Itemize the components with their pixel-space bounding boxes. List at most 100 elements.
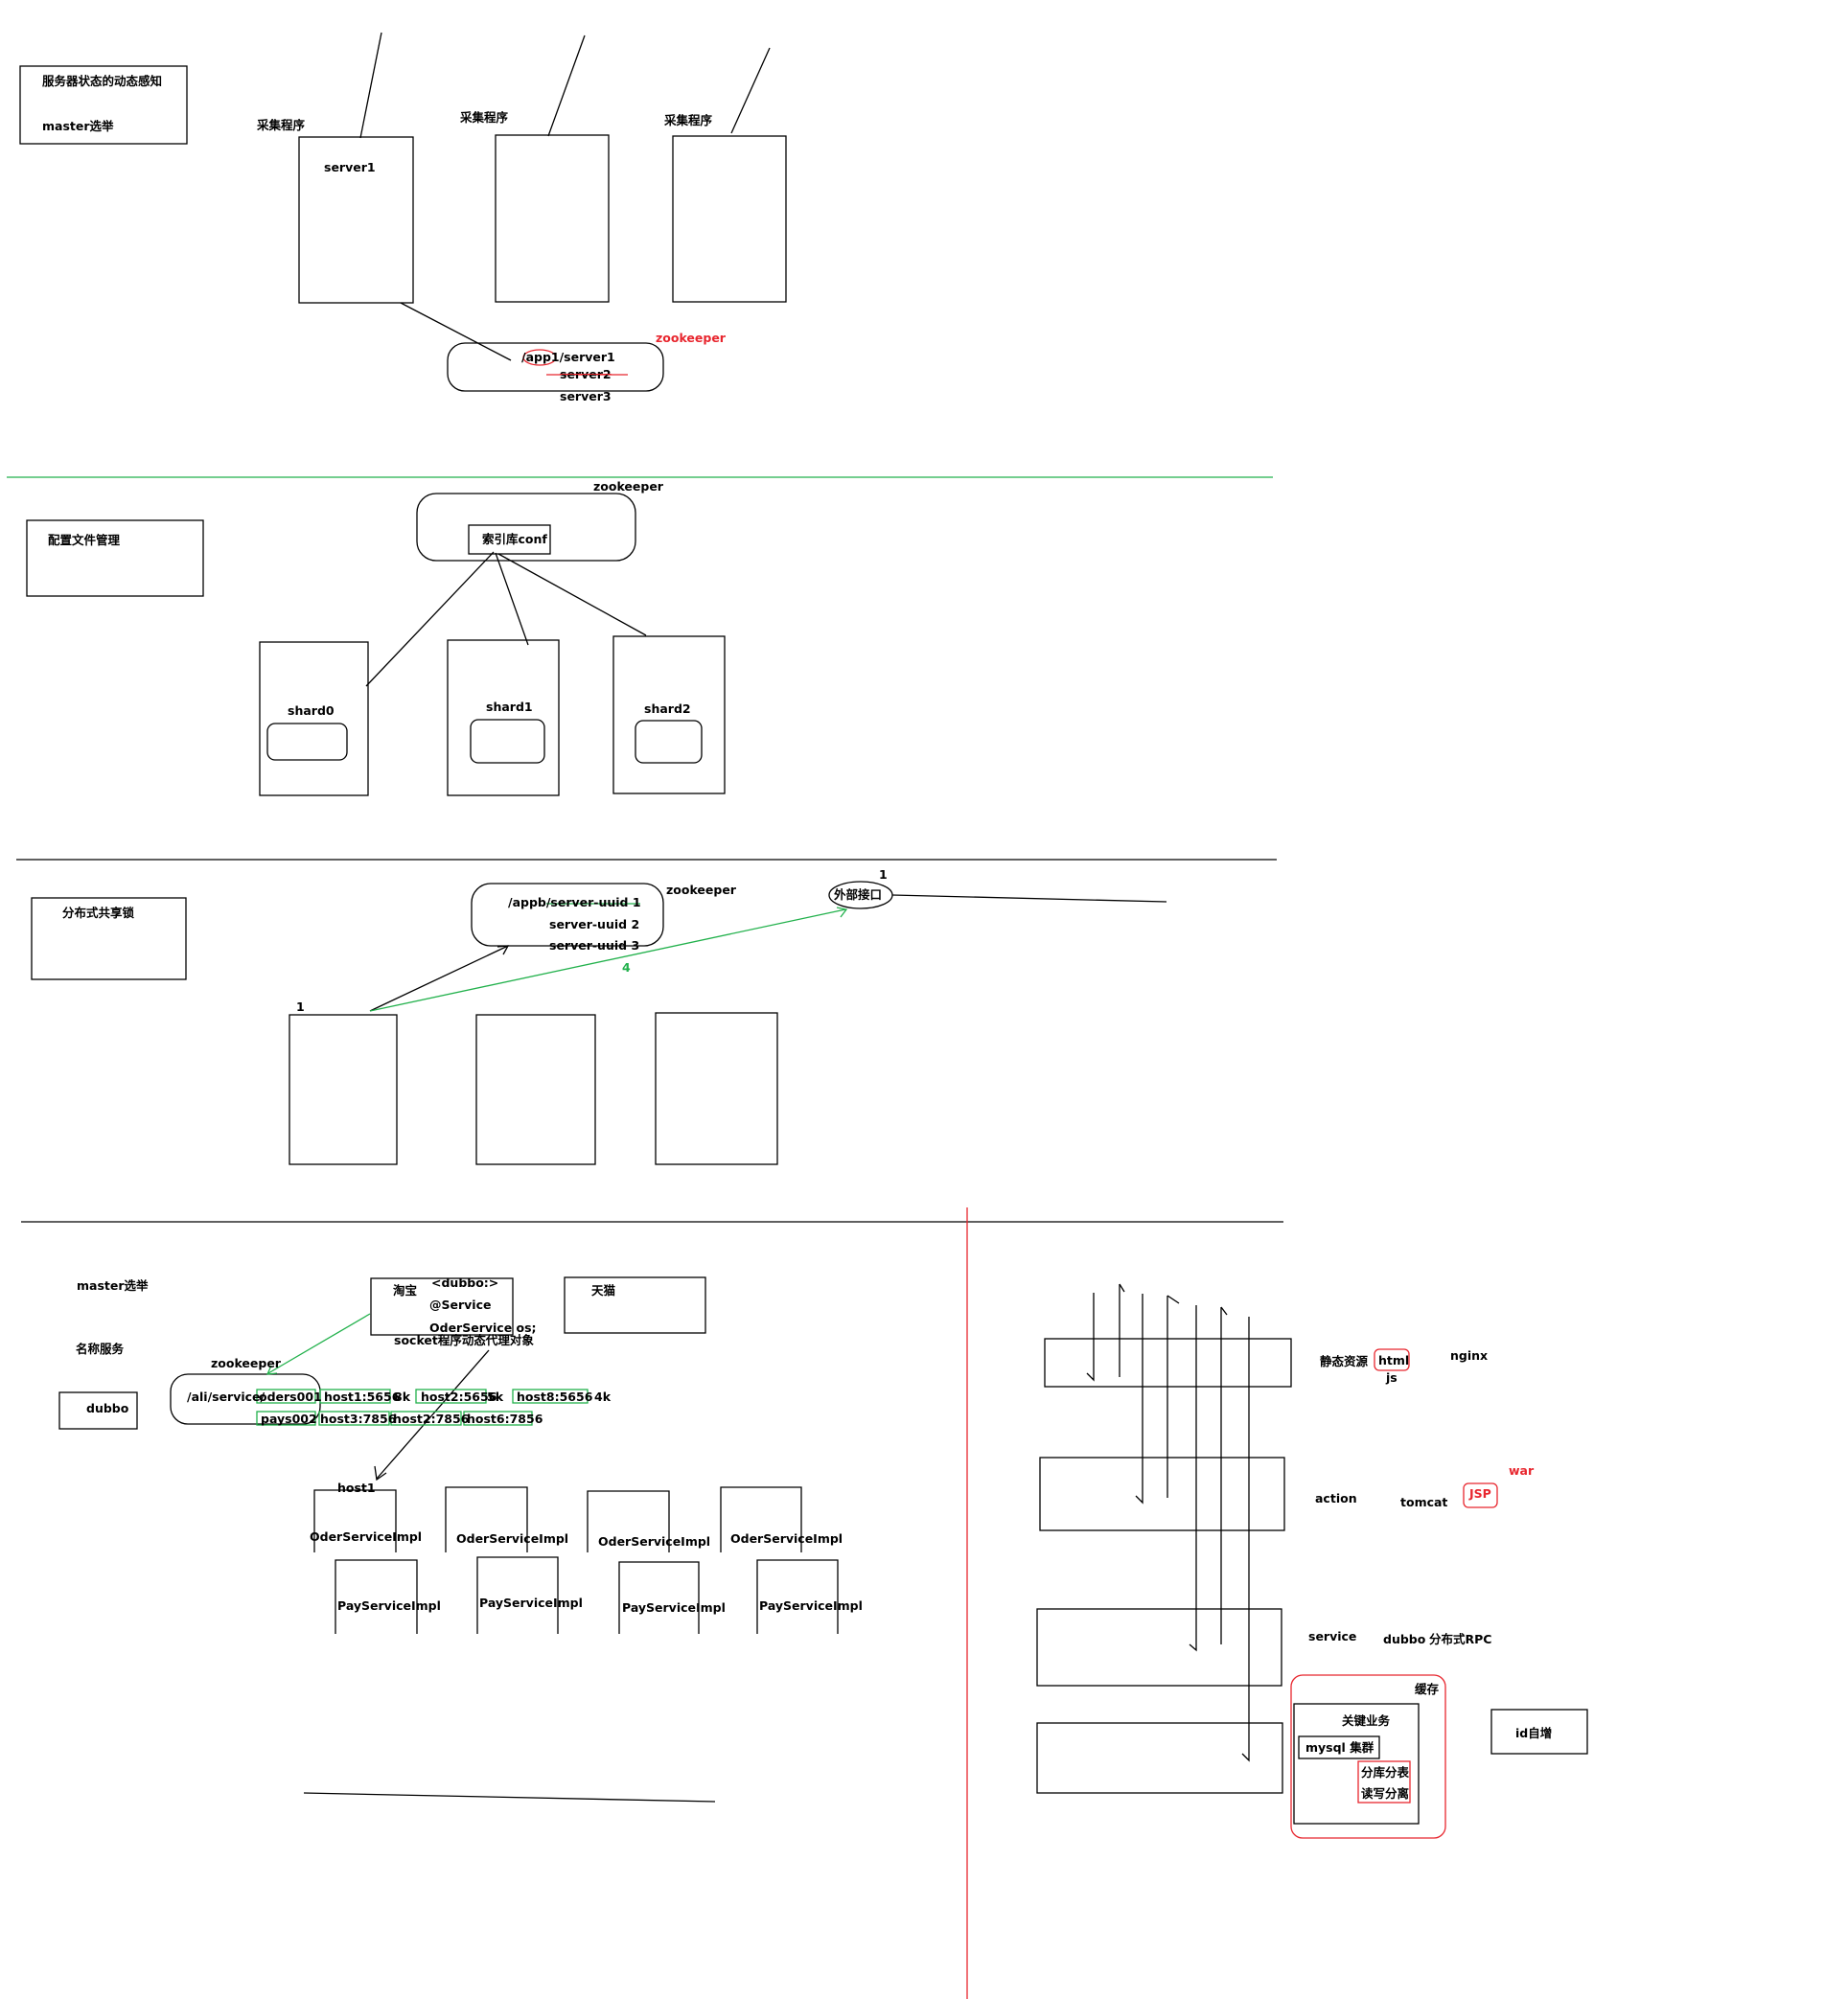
s3-lock-line-1: /appb/server-uuid 1 (508, 895, 641, 909)
s1-collector-line-1 (359, 32, 382, 139)
s1-znode-server3: server3 (560, 389, 612, 403)
arch-service-label: service (1308, 1629, 1357, 1643)
s3-title: 分布式共享锁 (62, 906, 135, 920)
arch-service-box (1036, 1608, 1282, 1687)
s2-shard0-inner (266, 723, 348, 761)
s1-server3-box (672, 135, 787, 303)
s2-zk-label: zookeeper (593, 479, 663, 494)
s4-zk-label: zookeeper (211, 1356, 281, 1370)
s4-socket-text: socket程序动态代理对象 (394, 1333, 534, 1347)
arch-war-label: war (1509, 1463, 1535, 1478)
s1-znode-app1: /app1/server1 (521, 350, 615, 364)
s2-shard2-inner (635, 720, 703, 764)
s3-client3-box (655, 1012, 778, 1165)
s1-server1-label: server1 (324, 160, 376, 174)
s4-ali-path: /ali/service/ (187, 1390, 266, 1404)
s4-oderimpl-1: OderServiceImpl (310, 1529, 423, 1544)
s4-payimpl-3: PayServiceImpl (622, 1600, 726, 1615)
s2-shard2-label: shard2 (644, 701, 691, 716)
arch-request-flow-lines (1086, 1283, 1250, 1762)
s4-service-annotation: @Service (429, 1298, 492, 1312)
s4-dubbo-box-label: dubbo (86, 1401, 129, 1415)
s4-row1-host2: host2:5656 (421, 1390, 497, 1404)
s4-payimpl-4: PayServiceImpl (759, 1598, 863, 1613)
arch-dubbo-label: dubbo (1383, 1632, 1426, 1646)
s4-payimpl-1: PayServiceImpl (337, 1598, 441, 1613)
s1-collector-line-2 (547, 34, 586, 137)
s3-arrowhead-green (836, 907, 848, 918)
s3-api-line (891, 894, 1167, 903)
s3-zk-label: zookeeper (666, 883, 736, 897)
s4-tmall-box (564, 1276, 706, 1334)
arch-id-label: id自增 (1515, 1726, 1553, 1740)
s4-host1-label: host1 (337, 1481, 376, 1495)
arch-mysql-label: mysql 集群 (1305, 1740, 1374, 1755)
s4-row1-5k: 5k (487, 1390, 504, 1404)
s2-conf-label: 索引库conf (482, 532, 547, 546)
s4-payimpl-2: PayServiceImpl (479, 1596, 583, 1610)
arch-static-label: 静态资源 (1320, 1354, 1369, 1368)
s3-client-number: 1 (296, 1000, 305, 1014)
arch-keybiz-label: 关键业务 (1342, 1713, 1391, 1728)
s3-lock-line-3: server-uuid 3 (549, 938, 640, 953)
s4-row2-pays: pays002 (261, 1412, 317, 1426)
arch-js-label: js (1386, 1370, 1398, 1385)
s3-api-label: 外部接口 (834, 887, 883, 902)
arch-cache-frame (1290, 1674, 1446, 1839)
s3-client2-box (475, 1014, 596, 1165)
arch-tomcat-label: tomcat (1400, 1495, 1448, 1509)
s4-oderimpl-2: OderServiceImpl (456, 1531, 569, 1546)
s1-collector-label-1: 采集程序 (257, 118, 306, 132)
s4-taobao-label: 淘宝 (393, 1283, 418, 1298)
s4-arrowhead-host1 (374, 1465, 387, 1482)
s4-row1-4k: 4k (594, 1390, 612, 1404)
s4-row2-host6: host6:7856 (467, 1412, 543, 1426)
s4-bottom-line (303, 1792, 716, 1803)
s3-client1-box (289, 1014, 398, 1165)
s3-green-number: 4 (622, 960, 631, 975)
s4-row2-host3: host3:7856 (320, 1412, 397, 1426)
arch-nginx-label: nginx (1450, 1348, 1489, 1363)
whiteboard-canvas (7, 32, 1588, 1999)
s4-row1-host1: host1:5656 (324, 1390, 401, 1404)
s1-collector-label-3: 采集程序 (664, 113, 713, 127)
arch-jsp-label: JSP (1469, 1486, 1491, 1501)
s1-server2-box (495, 134, 610, 303)
arch-html-label: html (1378, 1353, 1410, 1367)
s3-client-to-zk (369, 945, 509, 1012)
s3-lock-line-2: server-uuid 2 (549, 917, 640, 931)
s2-title: 配置文件管理 (48, 533, 121, 547)
s4-row2-host2: host2:7856 (393, 1412, 470, 1426)
s3-api-number: 1 (879, 867, 888, 882)
s2-shard1-box (447, 639, 560, 796)
s4-row1-host8: host8:5656 (517, 1390, 593, 1404)
s4-row1-oders: oders001 (259, 1390, 322, 1404)
s2-conf-to-shard0 (365, 551, 495, 687)
s3-zk-node (471, 883, 664, 947)
s4-master-label: master选举 (77, 1278, 149, 1293)
arch-rpc-label: 分布式RPC (1429, 1632, 1492, 1646)
s2-shard1-inner (470, 719, 545, 764)
s2-shard1-label: shard1 (486, 700, 533, 714)
s2-conf-to-shard1 (495, 552, 529, 646)
s4-row1-8k: 8k (394, 1390, 411, 1404)
arch-action-box (1039, 1457, 1285, 1531)
arch-action-label: action (1315, 1491, 1357, 1505)
s1-collector-label-2: 采集程序 (460, 110, 509, 125)
s1-server1-to-zk (400, 302, 512, 361)
s4-taobao-to-zk (267, 1313, 371, 1374)
s2-shard0-box (259, 641, 369, 796)
s4-dubbo-tag: <dubbo:> (431, 1275, 499, 1290)
s4-tmall-label: 天猫 (591, 1283, 616, 1298)
s1-title-line-2: master选举 (42, 119, 114, 133)
s4-oderimpl-3: OderServiceImpl (598, 1534, 711, 1549)
s2-shard0-label: shard0 (288, 703, 335, 718)
s4-oderimpl-4: OderServiceImpl (730, 1531, 843, 1546)
s4-naming-label: 名称服务 (76, 1342, 125, 1356)
s1-zk-label: zookeeper (656, 331, 726, 345)
arch-sharding-label: 分库分表 (1361, 1765, 1410, 1780)
arch-cache-label: 缓存 (1415, 1682, 1440, 1696)
s2-title-box (26, 519, 204, 597)
s1-title-line-1: 服务器状态的动态感知 (42, 74, 163, 88)
s1-collector-line-3 (730, 47, 771, 134)
